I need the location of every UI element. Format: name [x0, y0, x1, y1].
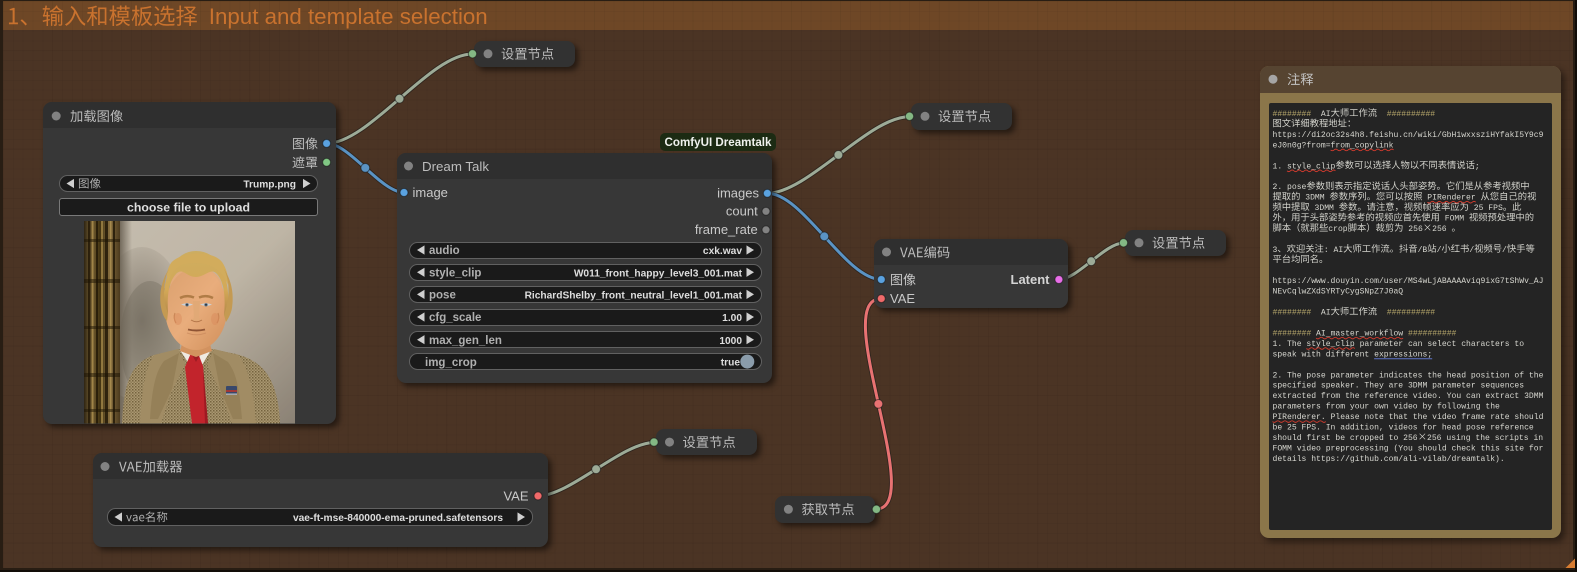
- svg-text:image: image: [413, 185, 448, 200]
- svg-text:##########: ##########: [1408, 329, 1457, 338]
- svg-text:frame_rate: frame_rate: [695, 222, 758, 237]
- svg-text:eJ0n0g?from=from_copylink: eJ0n0g?from=from_copylink: [1273, 141, 1394, 150]
- svg-text:/: /: [1469, 246, 1474, 255]
- svg-text:2. pose: 2. pose: [1273, 183, 1307, 192]
- svg-text:RichardShelby_front_neutral_le: RichardShelby_front_neutral_level1_001.m…: [525, 291, 743, 302]
- svg-text:style_clip: style_clip: [429, 268, 481, 280]
- svg-text:Input and template selection: Input and template selection: [209, 4, 488, 29]
- svg-text:Latent: Latent: [1011, 272, 1051, 287]
- svg-text:2. The pose parameter indicate: 2. The pose parameter indicates the head…: [1273, 371, 1544, 380]
- svg-text:max_gen_len: max_gen_len: [429, 335, 502, 347]
- svg-text:256: 256: [1432, 225, 1451, 234]
- svg-text:be 25 FPS. In addition, videos: be 25 FPS. In addition, videos for head …: [1273, 424, 1534, 433]
- svg-text:img_crop: img_crop: [425, 357, 477, 369]
- svg-text:count: count: [726, 204, 758, 219]
- svg-text:##########: ##########: [1387, 309, 1436, 318]
- svg-text:Trump.png: Trump.png: [243, 179, 296, 190]
- svg-text:crop: crop: [1328, 225, 1348, 234]
- svg-text:256: 256: [1403, 225, 1423, 234]
- svg-text:cfg_scale: cfg_scale: [429, 312, 481, 324]
- svg-text:pose: pose: [429, 290, 456, 302]
- svg-text:25 FPS: 25 FPS: [1469, 204, 1503, 213]
- svg-text:vae-ft-mse-840000-ema-pruned.s: vae-ft-mse-840000-ema-pruned.safetensors: [293, 513, 503, 524]
- svg-text:##########: ##########: [1387, 110, 1436, 119]
- svg-text:256 using the scripts in: 256 using the scripts in: [1427, 434, 1543, 443]
- svg-text:cxk.wav: cxk.wav: [703, 246, 742, 257]
- svg-text:3DMM: 3DMM: [1300, 194, 1329, 203]
- svg-text:parameters from your own video: parameters from your own video by follow…: [1273, 403, 1501, 412]
- svg-text:audio: audio: [429, 245, 460, 257]
- svg-text:3: 3: [1273, 246, 1278, 255]
- svg-text:/: /: [1502, 246, 1507, 255]
- svg-text:;: ;: [1475, 162, 1480, 171]
- svg-text:VAE: VAE: [890, 291, 915, 306]
- svg-text:details https://github.com/ali: details https://github.com/ali-vilab/dre…: [1273, 455, 1505, 464]
- svg-text:choose file to upload: choose file to upload: [127, 200, 250, 214]
- svg-text:1.00: 1.00: [722, 313, 742, 324]
- svg-text:images: images: [717, 186, 759, 201]
- svg-text:########: ########: [1273, 110, 1312, 119]
- svg-text:https://di2oc32s4h8.feishu.cn/: https://di2oc32s4h8.feishu.cn/wiki/GbH1w…: [1273, 131, 1544, 140]
- svg-text:extracted from the reference v: extracted from the reference video. You …: [1273, 392, 1544, 401]
- svg-text:1000: 1000: [719, 336, 742, 347]
- svg-text:/B: /B: [1418, 246, 1428, 255]
- svg-text:speak with different expressio: speak with different expressions;: [1273, 350, 1433, 359]
- svg-text:########: ########: [1273, 309, 1312, 318]
- svg-text:########: ########: [1273, 329, 1312, 338]
- svg-text:NEvCqlwZXdSYRTyCygSNpZ7J0aQ: NEvCqlwZXdSYRTyCygSNpZ7J0aQ: [1273, 288, 1404, 297]
- svg-text:AI_master_workflow: AI_master_workflow: [1311, 329, 1408, 338]
- svg-text:https://www.douyin.com/user/MS: https://www.douyin.com/user/MS4wLjABAAAA…: [1273, 277, 1544, 286]
- svg-text:AI: AI: [1311, 309, 1331, 318]
- svg-text:Dream Talk: Dream Talk: [422, 159, 489, 174]
- svg-text:: AI: : AI: [1324, 246, 1344, 255]
- svg-text:PIRenderer: PIRenderer: [1422, 194, 1480, 203]
- svg-text:W011_front_happy_level3_001.ma: W011_front_happy_level3_001.mat: [574, 268, 743, 279]
- svg-text:/: /: [1437, 246, 1442, 255]
- svg-text:3DMM: 3DMM: [1310, 204, 1339, 213]
- svg-text:ComfyUI Dreamtalk: ComfyUI Dreamtalk: [665, 136, 773, 149]
- svg-text:1. The style_clip parameter ca: 1. The style_clip parameter can select c…: [1273, 340, 1525, 349]
- svg-text:true: true: [721, 358, 741, 369]
- svg-text:VAE: VAE: [503, 488, 528, 503]
- svg-text:specified speaker. They are 3D: specified speaker. They are 3DMM paramet…: [1273, 382, 1525, 391]
- svg-text:AI: AI: [1311, 110, 1331, 119]
- svg-text:should first be cropped to 256: should first be cropped to 256: [1273, 434, 1418, 443]
- svg-text:FOMM video preprocessing (You: FOMM video preprocessing (You should che…: [1273, 444, 1544, 453]
- svg-text:FOMM: FOMM: [1440, 215, 1469, 224]
